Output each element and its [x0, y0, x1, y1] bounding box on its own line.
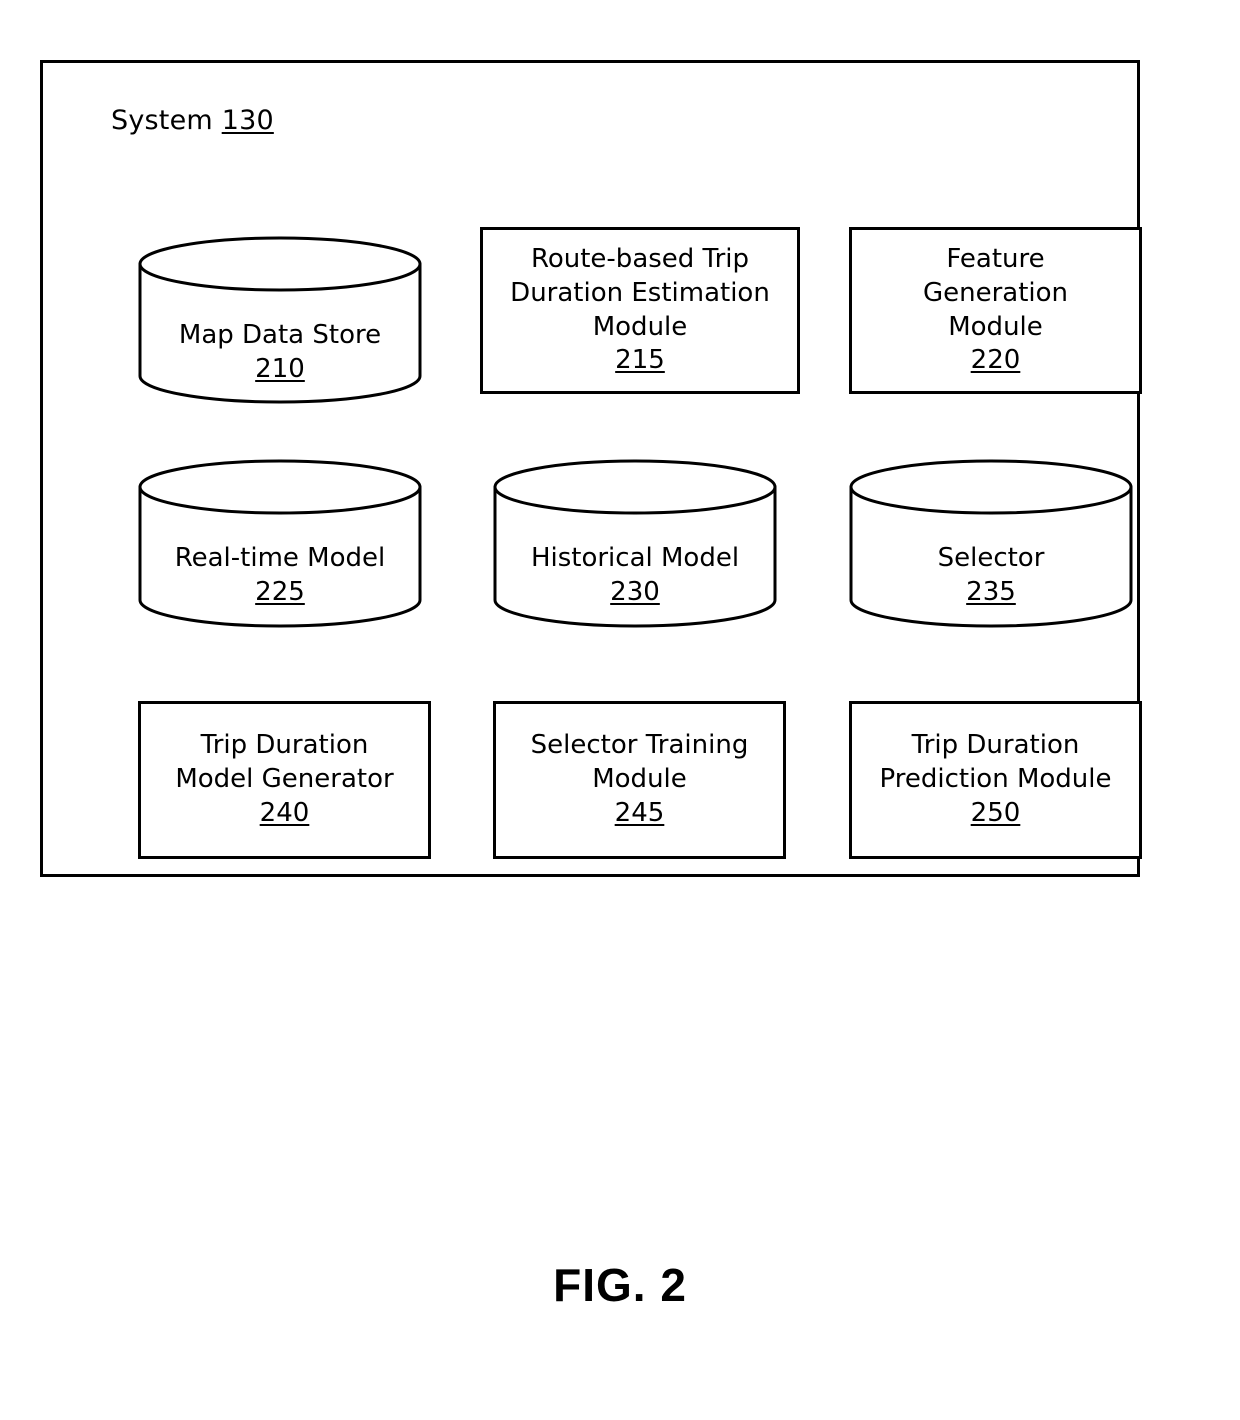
node-reference-numeral: 220	[970, 345, 1021, 376]
node-label-line: Selector Training	[530, 730, 749, 761]
module-selector-training-module: Selector Training Module 245	[493, 701, 786, 859]
cylinder-shape	[138, 236, 422, 404]
module-route-based-trip-duration-estimation-module: Route-based Trip Duration Estimation Modul…	[480, 227, 800, 394]
node-label-line: Trip Duration	[911, 730, 1080, 761]
cylinder-shape	[493, 459, 777, 628]
system-boundary-box: System 130 Map Data Store 210 Route-based …	[40, 60, 1142, 877]
datastore-real-time-model: Real-time Model 225	[138, 459, 422, 628]
system-reference-numeral: 130	[221, 105, 274, 136]
node-reference-numeral: 250	[970, 797, 1021, 828]
node-label-line: Module	[948, 311, 1043, 342]
node-label-line: Route-based Trip	[530, 243, 750, 274]
module-feature-generation-module: Feature Generation Module 220	[849, 227, 1142, 394]
module-trip-duration-model-generator: Trip Duration Model Generator 240	[138, 701, 431, 859]
node-label-line: Generation	[922, 277, 1069, 308]
cylinder-shape	[849, 459, 1133, 628]
datastore-selector: Selector 235	[849, 459, 1133, 628]
node-label-line: Feature	[946, 243, 1045, 274]
node-label-line: Prediction Module	[879, 764, 1112, 795]
node-label-line: Module	[592, 311, 688, 342]
datastore-historical-model: Historical Model 230	[493, 459, 777, 628]
node-label-line: Trip Duration	[200, 730, 369, 761]
node-reference-numeral: 240	[259, 797, 310, 828]
figure-caption: FIG. 2	[553, 1259, 687, 1311]
system-title-label: System	[111, 105, 213, 136]
node-reference-numeral: 215	[615, 345, 665, 376]
cylinder-shape	[138, 459, 422, 628]
node-label-line: Model Generator	[175, 764, 394, 795]
module-trip-duration-prediction-module: Trip Duration Prediction Module 250	[849, 701, 1142, 859]
node-label-line: Module	[592, 764, 687, 795]
system-title: System 130	[111, 105, 274, 136]
datastore-map-data-store: Map Data Store 210	[138, 236, 422, 404]
node-label-line: Duration Estimation	[510, 277, 770, 308]
node-reference-numeral: 245	[614, 797, 665, 828]
